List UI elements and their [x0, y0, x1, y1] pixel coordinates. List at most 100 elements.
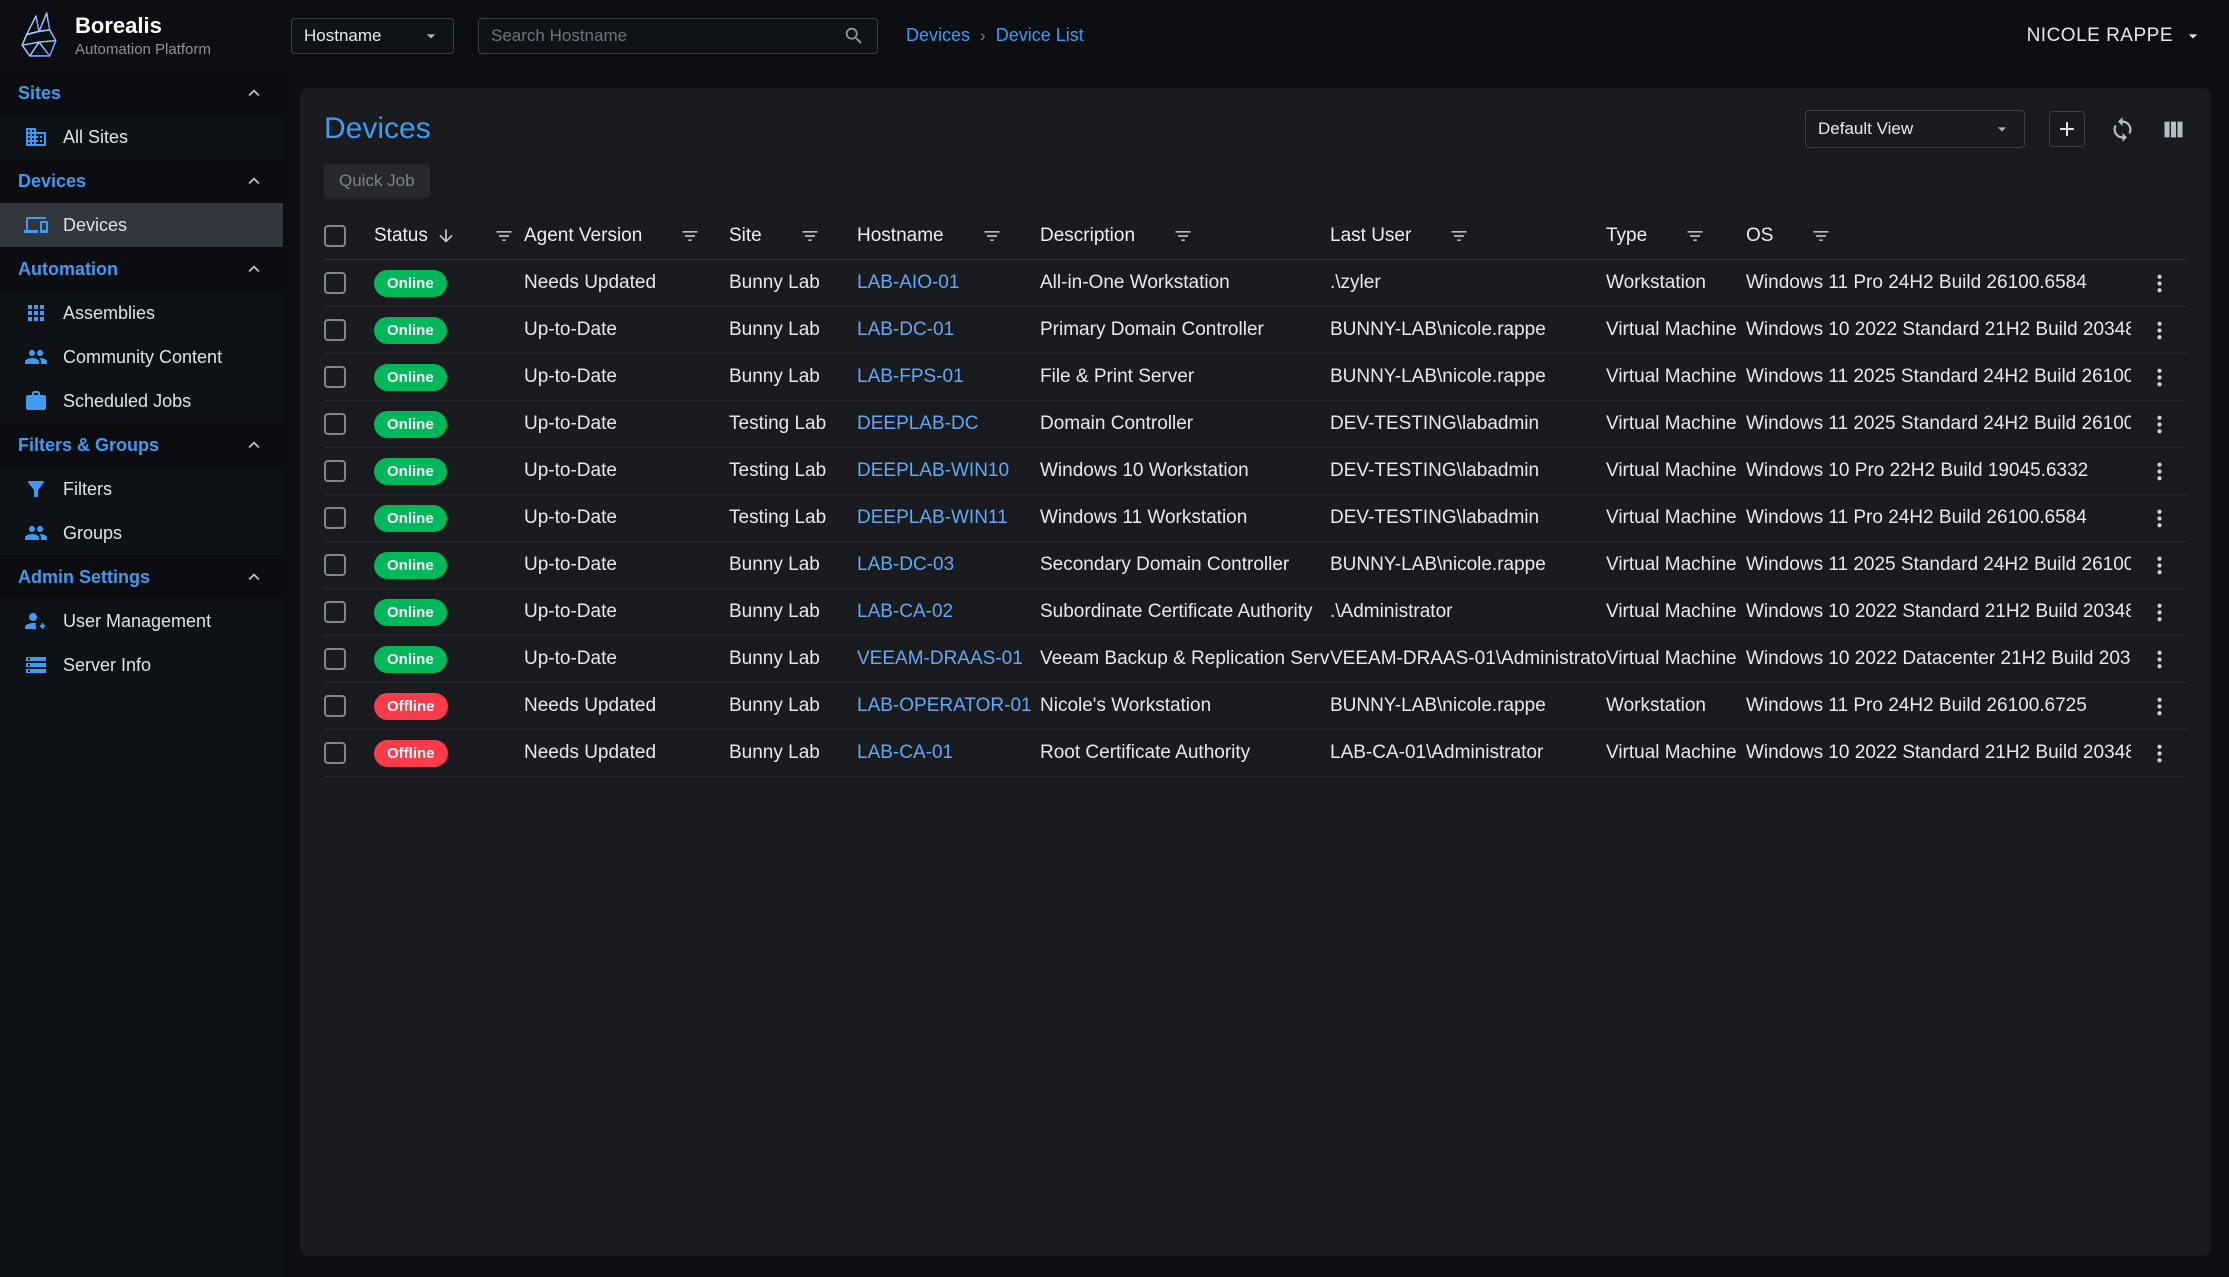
- agent-version-cell: Up-to-Date: [524, 319, 729, 341]
- row-actions-button[interactable]: [2131, 366, 2187, 389]
- row-actions-button[interactable]: [2131, 648, 2187, 671]
- breadcrumb-device-list[interactable]: Device List: [996, 25, 1084, 46]
- filter-icon[interactable]: [1811, 226, 1831, 246]
- table-row[interactable]: OnlineUp-to-DateBunny LabLAB-DC-01Primar…: [324, 307, 2187, 354]
- row-actions-button[interactable]: [2131, 507, 2187, 530]
- sidebar-item-community-content[interactable]: Community Content: [0, 335, 283, 379]
- hostname-link[interactable]: LAB-DC-03: [857, 554, 954, 576]
- refresh-button[interactable]: [2109, 116, 2136, 143]
- sidebar-item-all-sites[interactable]: All Sites: [0, 115, 283, 159]
- column-header-os[interactable]: OS: [1746, 225, 2131, 247]
- filter-icon[interactable]: [1173, 226, 1193, 246]
- hostname-link[interactable]: LAB-OPERATOR-01: [857, 695, 1032, 717]
- column-header-description[interactable]: Description: [1040, 225, 1330, 247]
- description-cell: All-in-One Workstation: [1040, 272, 1330, 294]
- row-checkbox[interactable]: [324, 601, 346, 623]
- sidebar-section-automation[interactable]: Automation: [0, 247, 283, 291]
- hostname-link[interactable]: LAB-CA-02: [857, 601, 953, 623]
- row-actions-button[interactable]: [2131, 601, 2187, 624]
- row-actions-button[interactable]: [2131, 554, 2187, 577]
- hostname-link[interactable]: LAB-DC-01: [857, 319, 954, 341]
- column-header-type[interactable]: Type: [1606, 225, 1746, 247]
- site-cell: Bunny Lab: [729, 742, 857, 764]
- row-checkbox[interactable]: [324, 554, 346, 576]
- description-cell: Windows 11 Workstation: [1040, 507, 1330, 529]
- sidebar-item-user-management[interactable]: User Management: [0, 599, 283, 643]
- row-actions-button[interactable]: [2131, 413, 2187, 436]
- row-actions-button[interactable]: [2131, 319, 2187, 342]
- table-row[interactable]: OnlineNeeds UpdatedBunny LabLAB-AIO-01Al…: [324, 260, 2187, 307]
- row-checkbox[interactable]: [324, 507, 346, 529]
- column-header-status[interactable]: Status: [374, 225, 524, 247]
- os-cell: Windows 10 2022 Standard 21H2 Build 2034…: [1746, 319, 2131, 341]
- agent-version-cell: Up-to-Date: [524, 507, 729, 529]
- search-icon[interactable]: [843, 25, 865, 47]
- brand-name: Borealis: [75, 13, 211, 39]
- sidebar: Sites All Sites Devices Devices Automati…: [0, 71, 283, 1277]
- view-select[interactable]: Default View: [1805, 110, 2025, 148]
- select-all-checkbox[interactable]: [324, 225, 346, 247]
- sidebar-section-sites[interactable]: Sites: [0, 71, 283, 115]
- hostname-link[interactable]: DEEPLAB-WIN10: [857, 460, 1009, 482]
- hostname-link[interactable]: DEEPLAB-DC: [857, 413, 978, 435]
- table-row[interactable]: OfflineNeeds UpdatedBunny LabLAB-CA-01Ro…: [324, 730, 2187, 777]
- sidebar-item-devices[interactable]: Devices: [0, 203, 283, 247]
- hostname-link[interactable]: LAB-FPS-01: [857, 366, 964, 388]
- filter-icon[interactable]: [494, 226, 514, 246]
- row-actions-button[interactable]: [2131, 460, 2187, 483]
- filter-icon[interactable]: [800, 226, 820, 246]
- row-checkbox[interactable]: [324, 742, 346, 764]
- table-row[interactable]: OnlineUp-to-DateBunny LabLAB-CA-02Subord…: [324, 589, 2187, 636]
- column-header-site[interactable]: Site: [729, 225, 857, 247]
- add-view-button[interactable]: [2049, 111, 2085, 147]
- sort-desc-icon[interactable]: [436, 226, 456, 246]
- table-row[interactable]: OnlineUp-to-DateTesting LabDEEPLAB-DCDom…: [324, 401, 2187, 448]
- hostname-link[interactable]: VEEAM-DRAAS-01: [857, 648, 1023, 670]
- description-cell: Root Certificate Authority: [1040, 742, 1330, 764]
- row-checkbox[interactable]: [324, 319, 346, 341]
- column-header-agent-version[interactable]: Agent Version: [524, 225, 729, 247]
- hostname-link[interactable]: DEEPLAB-WIN11: [857, 507, 1008, 529]
- search-field-select[interactable]: Hostname: [291, 18, 454, 54]
- row-actions-button[interactable]: [2131, 742, 2187, 765]
- brand: Borealis Automation Platform: [0, 11, 283, 61]
- filter-icon[interactable]: [680, 226, 700, 246]
- row-checkbox[interactable]: [324, 648, 346, 670]
- sidebar-section-admin-settings[interactable]: Admin Settings: [0, 555, 283, 599]
- row-checkbox[interactable]: [324, 695, 346, 717]
- row-checkbox[interactable]: [324, 366, 346, 388]
- hostname-link[interactable]: LAB-AIO-01: [857, 272, 959, 294]
- sidebar-section-filters-groups[interactable]: Filters & Groups: [0, 423, 283, 467]
- os-cell: Windows 11 Pro 24H2 Build 26100.6725: [1746, 695, 2131, 717]
- table-row[interactable]: OnlineUp-to-DateBunny LabLAB-FPS-01File …: [324, 354, 2187, 401]
- sidebar-item-groups[interactable]: Groups: [0, 511, 283, 555]
- breadcrumb-devices[interactable]: Devices: [906, 25, 970, 46]
- row-actions-button[interactable]: [2131, 695, 2187, 718]
- row-actions-button[interactable]: [2131, 272, 2187, 295]
- filter-icon[interactable]: [1685, 226, 1705, 246]
- status-badge: Online: [374, 646, 447, 673]
- row-checkbox[interactable]: [324, 413, 346, 435]
- column-header-last-user[interactable]: Last User: [1330, 225, 1606, 247]
- sidebar-item-scheduled-jobs[interactable]: Scheduled Jobs: [0, 379, 283, 423]
- table-row[interactable]: OnlineUp-to-DateTesting LabDEEPLAB-WIN11…: [324, 495, 2187, 542]
- hostname-link[interactable]: LAB-CA-01: [857, 742, 953, 764]
- row-checkbox[interactable]: [324, 272, 346, 294]
- table-row[interactable]: OfflineNeeds UpdatedBunny LabLAB-OPERATO…: [324, 683, 2187, 730]
- table-row[interactable]: OnlineUp-to-DateBunny LabLAB-DC-03Second…: [324, 542, 2187, 589]
- columns-button[interactable]: [2160, 116, 2187, 143]
- column-header-hostname[interactable]: Hostname: [857, 225, 1040, 247]
- search-input[interactable]: Search Hostname: [478, 18, 878, 54]
- quick-job-button[interactable]: Quick Job: [324, 164, 430, 198]
- sidebar-item-assemblies[interactable]: Assemblies: [0, 291, 283, 335]
- table-row[interactable]: OnlineUp-to-DateTesting LabDEEPLAB-WIN10…: [324, 448, 2187, 495]
- filter-icon[interactable]: [982, 226, 1002, 246]
- table-row[interactable]: OnlineUp-to-DateBunny LabVEEAM-DRAAS-01V…: [324, 636, 2187, 683]
- user-menu[interactable]: NICOLE RAPPE: [2027, 25, 2203, 47]
- sidebar-section-devices[interactable]: Devices: [0, 159, 283, 203]
- filter-icon[interactable]: [1449, 226, 1469, 246]
- status-badge: Online: [374, 458, 447, 485]
- sidebar-item-filters[interactable]: Filters: [0, 467, 283, 511]
- sidebar-item-server-info[interactable]: Server Info: [0, 643, 283, 687]
- row-checkbox[interactable]: [324, 460, 346, 482]
